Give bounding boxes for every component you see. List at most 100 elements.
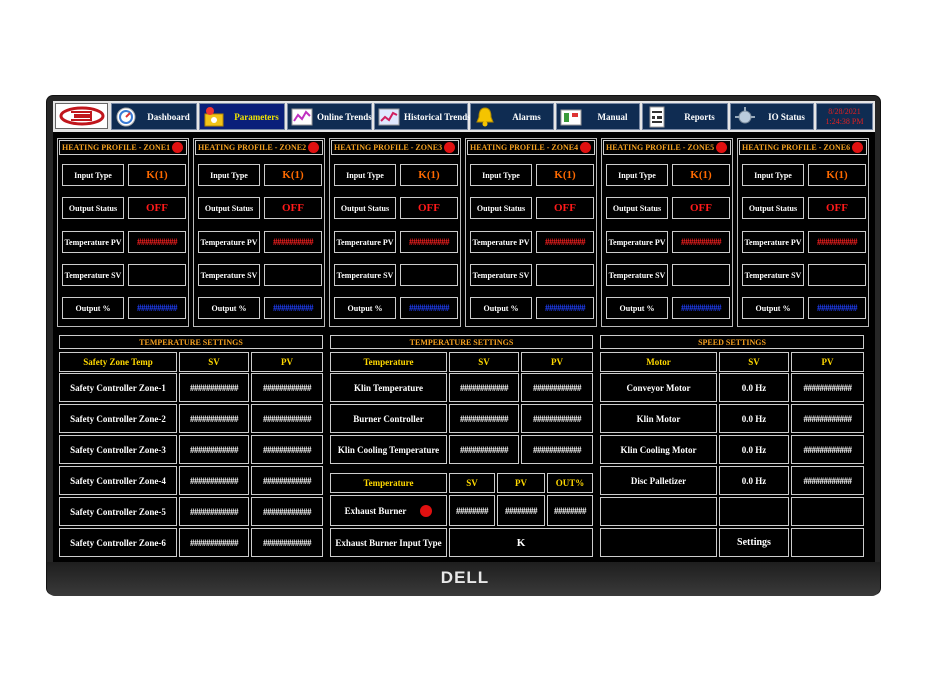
temperature-pv-value: ########## (808, 231, 866, 253)
sv-input[interactable]: ############ (179, 466, 249, 495)
output-status-label: Output Status (62, 197, 124, 219)
pv-value: ############ (521, 373, 593, 402)
zone-title: HEATING PROFILE - ZONE5 (603, 140, 731, 155)
empty-cell (600, 528, 717, 557)
nav-label: Alarms (512, 111, 541, 122)
sv-input[interactable]: ############ (179, 528, 249, 557)
temperature-pv-label: Temperature PV (62, 231, 124, 253)
input-type-value[interactable]: K(1) (808, 164, 866, 186)
motor-sv-input[interactable]: 0.0 Hz (719, 373, 789, 402)
motor-pv-value: ############ (791, 466, 864, 495)
output-pct-label: Output % (742, 297, 804, 319)
output-pct-value: ########## (264, 297, 322, 319)
input-type-value[interactable]: K(1) (128, 164, 186, 186)
exhaust-burner-sv-input[interactable]: ######## (449, 495, 495, 526)
zone-status-indicator (172, 142, 183, 153)
sv-input[interactable]: ############ (449, 404, 519, 433)
nav-label: Manual (597, 111, 628, 122)
output-status-value: OFF (672, 197, 730, 219)
motor-label: Klin Motor (600, 404, 717, 433)
output-status-value: OFF (808, 197, 866, 219)
output-status-label: Output Status (742, 197, 804, 219)
row-label: Safety Controller Zone-4 (59, 466, 177, 495)
temperature-sv-label: Temperature SV (334, 264, 396, 286)
sv-input[interactable]: ############ (179, 404, 249, 433)
nav-label: Historical Trends (404, 111, 471, 122)
output-pct-label: Output % (62, 297, 124, 319)
output-status-value: OFF (536, 197, 594, 219)
empty-cell (791, 497, 864, 526)
settings-button[interactable]: Settings (719, 528, 789, 557)
sv-input[interactable]: ############ (179, 373, 249, 402)
nav-label: Online Trends (317, 111, 372, 122)
nav-reports[interactable]: Reports (642, 103, 728, 130)
temperature-sv-label: Temperature SV (606, 264, 668, 286)
motor-pv-value: ############ (791, 404, 864, 433)
input-type-label: Input Type (470, 164, 532, 186)
hmi-screen: Dashboard Parameters Online Trends Histo… (53, 101, 875, 562)
nav-manual[interactable]: Manual (556, 103, 640, 130)
sv-input[interactable]: ############ (179, 435, 249, 464)
exhaust-burner-pv-value: ######## (497, 495, 545, 526)
pv-value: ############ (251, 528, 323, 557)
nav-parameters[interactable]: Parameters (199, 103, 285, 130)
nav-online-trends[interactable]: Online Trends (287, 103, 372, 130)
output-status-label: Output Status (334, 197, 396, 219)
column-header: SV (449, 473, 495, 493)
temperature-sv-input[interactable] (128, 264, 186, 286)
section-title: TEMPERATURE SETTINGS (330, 335, 593, 349)
output-status-value: OFF (128, 197, 186, 219)
temperature-pv-label: Temperature PV (606, 231, 668, 253)
input-type-value[interactable]: K(1) (672, 164, 730, 186)
sv-input[interactable]: ############ (179, 497, 249, 526)
output-pct-value: ########## (128, 297, 186, 319)
column-header: SV (179, 352, 249, 372)
sv-input[interactable]: ############ (449, 435, 519, 464)
motor-sv-input[interactable]: 0.0 Hz (719, 466, 789, 495)
online-trends-icon (291, 106, 313, 128)
temperature-sv-input[interactable] (400, 264, 458, 286)
historical-trends-icon (378, 106, 400, 128)
zone-status-indicator (308, 142, 319, 153)
sv-input[interactable]: ############ (449, 373, 519, 402)
exhaust-burner-label: Exhaust Burner (330, 495, 447, 526)
input-type-value[interactable]: K(1) (536, 164, 594, 186)
nav-label: Dashboard (147, 111, 190, 122)
zone-title: HEATING PROFILE - ZONE6 (739, 140, 867, 155)
input-type-value[interactable]: K(1) (264, 164, 322, 186)
temperature-sv-label: Temperature SV (62, 264, 124, 286)
output-status-value: OFF (264, 197, 322, 219)
pv-value: ############ (251, 466, 323, 495)
nav-io-status[interactable]: IO Status (730, 103, 814, 130)
parameters-icon (203, 106, 225, 128)
exhaust-input-type-value[interactable]: K (449, 528, 593, 557)
temperature-sv-input[interactable] (808, 264, 866, 286)
nav-label: IO Status (768, 111, 805, 122)
output-pct-value: ########## (400, 297, 458, 319)
temperature-pv-value: ########## (400, 231, 458, 253)
nav-historical-trends[interactable]: Historical Trends (374, 103, 471, 130)
pv-value: ############ (251, 435, 323, 464)
temperature-sv-input[interactable] (672, 264, 730, 286)
pv-value: ############ (251, 373, 323, 402)
nav-alarms[interactable]: Alarms (470, 103, 554, 130)
company-logo (55, 103, 108, 129)
zone-title: HEATING PROFILE - ZONE2 (195, 140, 323, 155)
nav-dashboard[interactable]: Dashboard (111, 103, 197, 130)
temperature-sv-label: Temperature SV (198, 264, 260, 286)
output-pct-label: Output % (198, 297, 260, 319)
input-type-value[interactable]: K(1) (400, 164, 458, 186)
temperature-sv-input[interactable] (264, 264, 322, 286)
motor-sv-input[interactable]: 0.0 Hz (719, 404, 789, 433)
pv-value: ############ (251, 497, 323, 526)
datetime-display: 8/28/2021 1:24:38 PM (816, 103, 873, 130)
zone-panel-6: HEATING PROFILE - ZONE6 Input Type K(1) … (737, 138, 869, 327)
temperature-sv-input[interactable] (536, 264, 594, 286)
output-pct-value: ########## (672, 297, 730, 319)
motor-sv-input[interactable]: 0.0 Hz (719, 435, 789, 464)
row-label: Safety Controller Zone-2 (59, 404, 177, 433)
output-pct-label: Output % (334, 297, 396, 319)
output-pct-value: ########## (808, 297, 866, 319)
exhaust-burner-out-value: ######## (547, 495, 593, 526)
input-type-label: Input Type (62, 164, 124, 186)
